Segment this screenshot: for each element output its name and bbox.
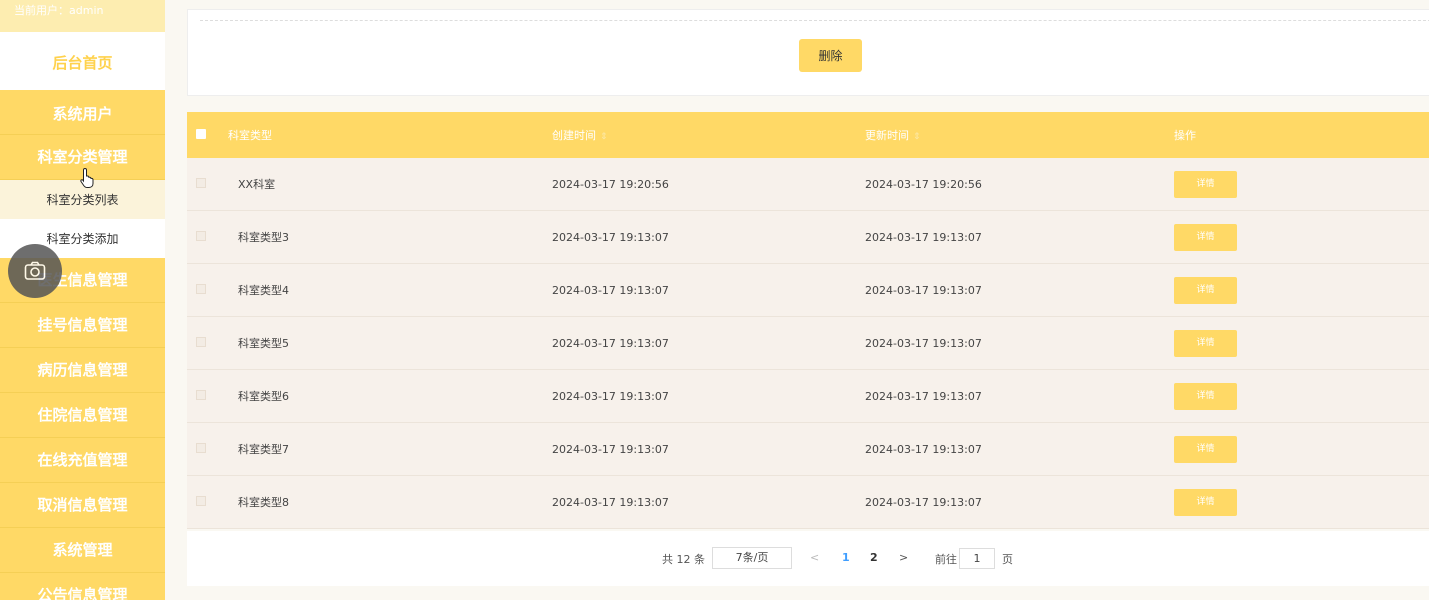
sidebar-item-online-recharge[interactable]: 在线充值管理 xyxy=(0,438,165,483)
cell-updated: 2024-03-17 19:13:07 xyxy=(865,336,982,350)
column-header-operation: 操作 xyxy=(1174,129,1196,142)
row-checkbox[interactable] xyxy=(196,389,206,400)
app-root: 当前用户：admin 后台首页 系统用户 科室分类管理 科室分类列表 科室分类添… xyxy=(0,0,1429,600)
sidebar-item-hospitalization[interactable]: 住院信息管理 xyxy=(0,393,165,438)
cell-updated: 2024-03-17 19:13:07 xyxy=(865,230,982,244)
goto-label: 前往 xyxy=(935,553,957,566)
page-suffix: 页 xyxy=(1002,553,1013,566)
sidebar-item-medical-record[interactable]: 病历信息管理 xyxy=(0,348,165,393)
table-row: XX科室 2024-03-17 19:20:56 2024-03-17 19:2… xyxy=(187,158,1429,211)
cell-type: 科室类型4 xyxy=(238,284,289,297)
column-header-created[interactable]: 创建时间 ⇕ xyxy=(541,127,854,143)
table-row: 科室类型8 2024-03-17 19:13:07 2024-03-17 19:… xyxy=(187,476,1429,529)
cell-updated: 2024-03-17 19:13:07 xyxy=(865,495,982,509)
page-2-button[interactable]: 2 xyxy=(870,551,878,564)
page-size-select[interactable]: 7条/页 xyxy=(712,547,792,569)
cell-created: 2024-03-17 19:13:07 xyxy=(552,336,669,350)
sidebar-item-system-users[interactable]: 系统用户 xyxy=(0,90,165,135)
select-all-checkbox[interactable] xyxy=(196,128,206,139)
cell-updated: 2024-03-17 19:13:07 xyxy=(865,283,982,297)
detail-button[interactable]: 详情 xyxy=(1174,488,1237,516)
department-table: 科室类型 创建时间 ⇕ 更新时间 ⇕ 操作 XX科室 2024-03-17 19:2… xyxy=(187,112,1429,529)
table-row: 科室类型5 2024-03-17 19:13:07 2024-03-17 19:… xyxy=(187,317,1429,370)
cell-updated: 2024-03-17 19:13:07 xyxy=(865,442,982,456)
detail-button[interactable]: 详情 xyxy=(1174,329,1237,357)
sidebar-item-cancel-info[interactable]: 取消信息管理 xyxy=(0,483,165,528)
delete-button[interactable]: 删除 xyxy=(799,39,862,72)
cell-created: 2024-03-17 19:13:07 xyxy=(552,389,669,403)
divider xyxy=(200,20,1429,21)
column-header-updated[interactable]: 更新时间 ⇕ xyxy=(854,127,1167,143)
detail-button[interactable]: 详情 xyxy=(1174,382,1237,410)
cell-created: 2024-03-17 19:13:07 xyxy=(552,442,669,456)
row-checkbox[interactable] xyxy=(196,495,206,506)
sort-icon[interactable]: ⇕ xyxy=(600,132,608,142)
table-row: 科室类型7 2024-03-17 19:13:07 2024-03-17 19:… xyxy=(187,423,1429,476)
cell-type: 科室类型5 xyxy=(238,337,289,350)
sort-icon[interactable]: ⇕ xyxy=(913,132,921,142)
cell-updated: 2024-03-17 19:13:07 xyxy=(865,389,982,403)
row-checkbox[interactable] xyxy=(196,442,206,453)
cell-type: 科室类型7 xyxy=(238,443,289,456)
pagination: 共 12 条 7条/页 < 1 2 > 前往 1 页 xyxy=(187,531,1429,586)
cell-created: 2024-03-17 19:20:56 xyxy=(552,177,669,191)
screenshot-camera-button[interactable] xyxy=(8,244,62,298)
row-checkbox[interactable] xyxy=(196,230,206,241)
detail-button[interactable]: 详情 xyxy=(1174,170,1237,198)
cell-type: 科室类型6 xyxy=(238,390,289,403)
row-checkbox[interactable] xyxy=(196,336,206,347)
table-header: 科室类型 创建时间 ⇕ 更新时间 ⇕ 操作 xyxy=(187,112,1429,158)
camera-icon xyxy=(24,261,46,280)
column-header-type: 科室类型 xyxy=(228,129,272,142)
cell-type: 科室类型3 xyxy=(238,231,289,244)
page-1-button[interactable]: 1 xyxy=(842,551,850,564)
toolbar-card: 删除 xyxy=(187,9,1429,96)
detail-button[interactable]: 详情 xyxy=(1174,276,1237,304)
sidebar-item-home[interactable]: 后台首页 xyxy=(0,32,165,90)
sidebar-item-system-management[interactable]: 系统管理 xyxy=(0,528,165,573)
sidebar-item-announcement[interactable]: 公告信息管理 xyxy=(0,573,165,600)
cell-updated: 2024-03-17 19:20:56 xyxy=(865,177,982,191)
table-row: 科室类型6 2024-03-17 19:13:07 2024-03-17 19:… xyxy=(187,370,1429,423)
table-row: 科室类型3 2024-03-17 19:13:07 2024-03-17 19:… xyxy=(187,211,1429,264)
next-page-icon[interactable]: > xyxy=(899,551,908,564)
pagination-total: 共 12 条 xyxy=(662,553,705,566)
detail-button[interactable]: 详情 xyxy=(1174,435,1237,463)
cell-type: XX科室 xyxy=(238,178,276,191)
goto-page-input[interactable]: 1 xyxy=(959,548,995,569)
sidebar: 当前用户：admin 后台首页 系统用户 科室分类管理 科室分类列表 科室分类添… xyxy=(0,0,165,600)
sidebar-item-registration-info[interactable]: 挂号信息管理 xyxy=(0,303,165,348)
cell-type: 科室类型8 xyxy=(238,496,289,509)
row-checkbox[interactable] xyxy=(196,177,206,188)
cell-created: 2024-03-17 19:13:07 xyxy=(552,230,669,244)
hand-pointer-icon xyxy=(80,167,94,188)
detail-button[interactable]: 详情 xyxy=(1174,223,1237,251)
cell-created: 2024-03-17 19:13:07 xyxy=(552,283,669,297)
table-row: 科室类型4 2024-03-17 19:13:07 2024-03-17 19:… xyxy=(187,264,1429,317)
cell-created: 2024-03-17 19:13:07 xyxy=(552,495,669,509)
row-checkbox[interactable] xyxy=(196,283,206,294)
current-user-label: 当前用户：admin xyxy=(0,0,165,32)
prev-page-icon[interactable]: < xyxy=(810,551,819,564)
